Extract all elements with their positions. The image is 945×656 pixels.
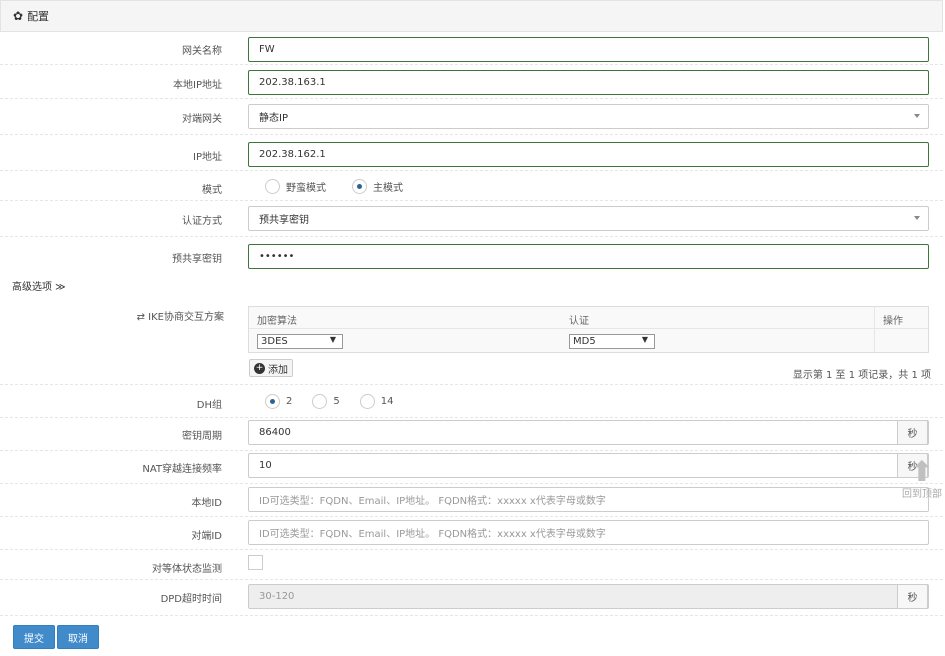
dpd-input[interactable]: 30-120 秒 [248,584,929,609]
auth-method-select[interactable]: 预共享密钥 [248,206,929,231]
ike-table: 加密算法 认证 操作 3DES ▼ MD5 ▼ [248,306,929,353]
psk-label: 预共享密钥 [172,254,222,265]
auth-method-label: 认证方式 [182,216,222,227]
radio-dh-2[interactable]: 2 [265,394,292,409]
local-id-row: 本地ID ID可选类型：FQDN、Email、IP地址。 FQDN格式：xxxx… [0,484,943,517]
ip-address-row: IP地址 202.38.162.1 [0,135,943,171]
arrow-up-icon: ⬆ [910,455,934,488]
ip-address-label: IP地址 [193,152,222,163]
cancel-button[interactable]: 取消 [57,625,99,649]
gateway-name-label: 网关名称 [182,46,222,57]
mode-label: 模式 [202,185,222,196]
peer-id-row: 对端ID ID可选类型：FQDN、Email、IP地址。 FQDN格式：xxxx… [0,517,943,550]
peer-monitor-row: 对等体状态监测 [0,550,943,580]
radio-dh-14[interactable]: 14 [359,394,393,409]
panel-header: ✿ 配置 [0,0,943,32]
table-header-action: 操作 [883,316,903,327]
swap-icon: ⇄ [136,312,145,323]
key-period-input[interactable]: 86400 秒 [248,420,929,445]
nat-input[interactable]: 10 秒 [248,453,929,478]
radio-dh-5[interactable]: 5 [312,394,340,409]
auth-method-row: 认证方式 预共享密钥 [0,201,943,237]
unit-seconds: 秒 [897,584,928,609]
panel-title: 配置 [27,10,50,23]
gateway-name-row: 网关名称 FW [0,32,943,65]
local-ip-input[interactable]: 202.38.163.1 [248,70,929,95]
psk-input[interactable]: •••••• [248,244,929,269]
peer-id-label: 对端ID [191,531,222,542]
submit-button[interactable]: 提交 [13,625,55,649]
local-ip-row: 本地IP地址 202.38.163.1 [0,65,943,99]
back-to-top-label: 回到顶部 [902,489,942,500]
nat-label: NAT穿越连接频率 [142,464,222,475]
local-ip-label: 本地IP地址 [173,80,222,91]
chevron-down-icon [914,114,920,118]
advanced-toggle[interactable]: 高级选项 ≫ [12,278,66,293]
nat-row: NAT穿越连接频率 10 秒 [0,451,943,484]
table-header-encryption: 加密算法 [257,316,297,327]
dh-group-label: DH组 [196,400,222,411]
local-id-label: 本地ID [191,498,222,509]
dpd-row: DPD超时时间 30-120 秒 [0,580,943,616]
mode-row: 模式 野蛮模式 主模式 [0,171,943,201]
ip-address-input[interactable]: 202.38.162.1 [248,142,929,167]
local-id-input[interactable]: ID可选类型：FQDN、Email、IP地址。 FQDN格式：xxxxx x代表… [248,487,929,512]
gear-icon: ✿ [13,9,24,23]
key-period-row: 密钥周期 86400 秒 [0,418,943,451]
auth-select[interactable]: MD5 ▼ [569,334,655,349]
plus-icon: + [254,362,265,374]
dh-group-row: DH组 2 5 14 [0,384,943,418]
chevron-down-icon [914,216,920,220]
peer-monitor-checkbox[interactable] [248,555,263,570]
peer-id-input[interactable]: ID可选类型：FQDN、Email、IP地址。 FQDN格式：xxxxx x代表… [248,520,929,545]
table-header-auth: 认证 [569,316,589,327]
psk-row: 预共享密钥 •••••• [0,237,943,272]
record-info: 显示第 1 至 1 项记录，共 1 项 [792,370,931,381]
back-to-top[interactable]: ⬆ 回到顶部 [902,455,942,501]
gateway-name-input[interactable]: FW [248,37,929,62]
key-period-label: 密钥周期 [182,431,222,442]
dpd-label: DPD超时时间 [160,594,222,605]
peer-gateway-select[interactable]: 静态IP [248,104,929,129]
unit-seconds: 秒 [897,420,928,445]
add-button[interactable]: + 添加 [249,359,293,377]
encryption-select[interactable]: 3DES ▼ [257,334,343,349]
peer-gateway-label: 对端网关 [182,114,222,125]
peer-gateway-row: 对端网关 静态IP [0,99,943,135]
radio-wild-mode[interactable]: 野蛮模式 [265,179,326,194]
ike-label: ⇄ IKE协商交互方案 [136,312,224,323]
radio-main-mode[interactable]: 主模式 [352,179,403,194]
peer-monitor-label: 对等体状态监测 [152,564,222,575]
